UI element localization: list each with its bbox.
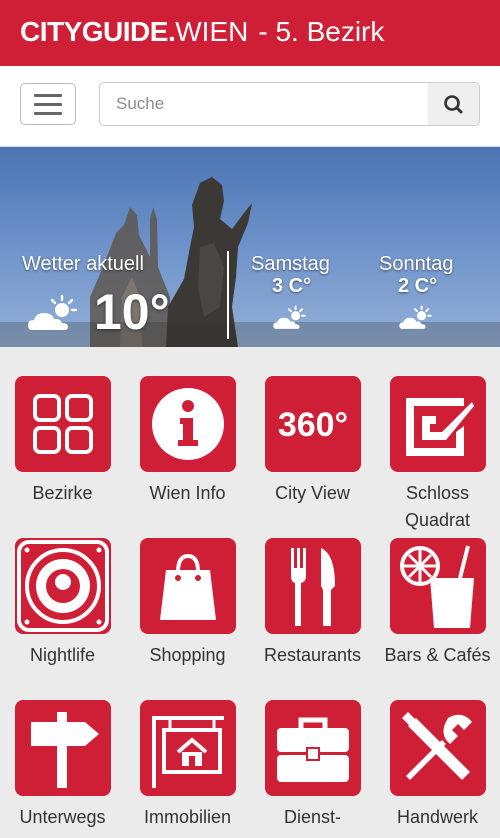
tile-icon-box: [265, 538, 361, 634]
tile-label: Handwerk: [396, 807, 479, 827]
tile-icon-box: [140, 538, 236, 634]
district-label: - 5. Bezirk: [258, 16, 385, 47]
search-toolbar: [0, 66, 500, 147]
search-input[interactable]: [99, 82, 429, 126]
house-sign-icon: [152, 716, 224, 788]
tile-label: Shopping: [149, 645, 226, 665]
360-icon: 360°: [278, 406, 348, 444]
forecast-day-2: Sonntag: [379, 253, 454, 275]
search-button[interactable]: [428, 82, 480, 126]
magnifier-icon: [444, 95, 463, 114]
brand-wien: WIEN: [175, 16, 249, 47]
tools-icon: [402, 712, 472, 780]
partly-cloudy-icon: [28, 294, 78, 330]
tile-icon-box: [390, 700, 486, 796]
grid-icon: [33, 394, 93, 454]
tile-icon-box: [15, 700, 111, 796]
tile-label: Dienst-: [283, 807, 341, 827]
tile-label: Unterwegs: [19, 807, 106, 827]
menu-button[interactable]: [20, 83, 76, 125]
app-title: CITYGUIDE.WIEN - 5. Bezirk: [20, 14, 384, 50]
weather-divider: [227, 251, 229, 339]
partly-cloudy-icon: [399, 305, 432, 329]
forecast-temp-2: 2 C°: [398, 275, 438, 297]
current-temperature: 10°: [94, 284, 170, 340]
tile-icon-box: [265, 700, 361, 796]
fork-knife-icon: [291, 548, 335, 626]
tile-label: City View: [275, 483, 350, 503]
tile-label: Schloss Quadrat: [404, 483, 471, 530]
tile-label: Wien Info: [149, 483, 226, 503]
svg-text:360°: 360°: [278, 406, 348, 444]
tile-label: Restaurants: [263, 645, 362, 665]
briefcase-icon: [277, 717, 349, 782]
shopping-bag-icon: [160, 553, 216, 620]
drink-icon: [400, 545, 474, 628]
info-icon: [152, 388, 224, 460]
signpost-icon: [31, 712, 99, 788]
brand-cityguide: CITYGUIDE.: [20, 16, 176, 47]
forecast-temp-1: 3 C°: [272, 275, 312, 297]
tile-icon-box: [140, 376, 236, 472]
tile-icon-box: 360°: [265, 376, 361, 472]
tile-icon-box: [140, 700, 236, 796]
app-header: CITYGUIDE.WIEN - 5. Bezirk: [0, 0, 500, 66]
partly-cloudy-icon: [273, 305, 306, 329]
tile-icon-box: [15, 538, 111, 634]
weather-panel: Wetter aktuell 10° Samstag 3 C° Sonntag …: [0, 147, 500, 347]
forecast-day-1: Samstag: [251, 253, 330, 275]
tile-icon-box: [15, 376, 111, 472]
tile-label: Bars & Cafés: [384, 645, 491, 665]
tile-icon-box: [390, 376, 486, 472]
speaker-icon: [17, 540, 109, 632]
tile-label: Nightlife: [29, 645, 96, 665]
tile-icon-box: [390, 538, 486, 634]
schloss-quadrat-logo-icon: [406, 398, 474, 456]
tile-label: Immobilien: [143, 807, 232, 827]
tile-label: Bezirke: [32, 483, 93, 503]
current-weather-label: Wetter aktuell: [22, 253, 144, 275]
